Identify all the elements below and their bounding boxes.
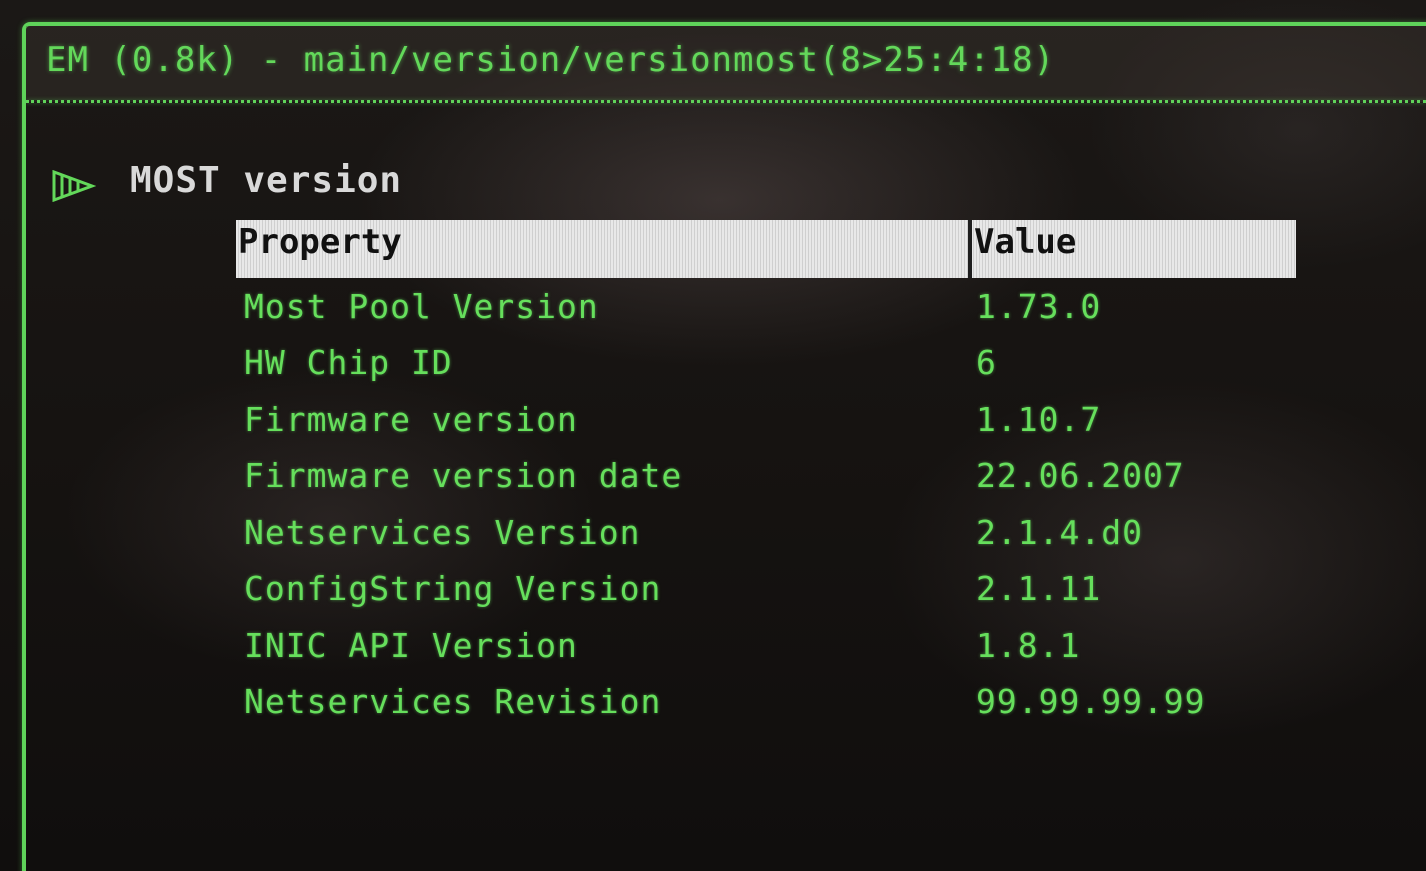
title-divider — [26, 100, 1426, 103]
row-property: Most Pool Version — [244, 286, 599, 326]
version-table: Property Value Most Pool Version 1.73.0 … — [236, 220, 1296, 730]
column-header-property[interactable]: Property — [236, 220, 972, 278]
row-property: ConfigString Version — [244, 569, 662, 609]
column-header-value[interactable]: Value — [972, 220, 1296, 278]
window-title: EM (0.8k) - main/version/versionmost(8>2… — [46, 40, 1056, 80]
row-value: 99.99.99.99 — [976, 682, 1206, 722]
table-row[interactable]: Firmware version date 22.06.2007 — [236, 448, 1296, 505]
section-title: MOST version — [130, 160, 403, 201]
row-value: 2.1.11 — [976, 569, 1102, 609]
row-value: 1.8.1 — [976, 625, 1081, 665]
table-header: Property Value — [236, 220, 1296, 278]
table-row[interactable]: HW Chip ID 6 — [236, 335, 1296, 392]
row-value: 22.06.2007 — [976, 456, 1185, 496]
play-arrow-icon — [52, 170, 96, 202]
row-value: 2.1.4.d0 — [976, 512, 1143, 552]
table-row[interactable]: INIC API Version 1.8.1 — [236, 617, 1296, 674]
row-property: HW Chip ID — [244, 343, 453, 383]
row-value: 1.73.0 — [976, 286, 1102, 326]
table-row[interactable]: Netservices Revision 99.99.99.99 — [236, 674, 1296, 731]
table-row[interactable]: ConfigString Version 2.1.11 — [236, 561, 1296, 618]
table-row[interactable]: Most Pool Version 1.73.0 — [236, 278, 1296, 335]
row-property: Firmware version date — [244, 456, 683, 496]
row-property: Firmware version — [244, 399, 578, 439]
row-property: Netservices Version — [244, 512, 641, 552]
table-row[interactable]: Firmware version 1.10.7 — [236, 391, 1296, 448]
row-value: 1.10.7 — [976, 399, 1102, 439]
row-property: Netservices Revision — [244, 682, 662, 722]
table-body: Most Pool Version 1.73.0 HW Chip ID 6 Fi… — [236, 278, 1296, 730]
table-row[interactable]: Netservices Version 2.1.4.d0 — [236, 504, 1296, 561]
row-property: INIC API Version — [244, 625, 578, 665]
row-value: 6 — [976, 343, 997, 383]
